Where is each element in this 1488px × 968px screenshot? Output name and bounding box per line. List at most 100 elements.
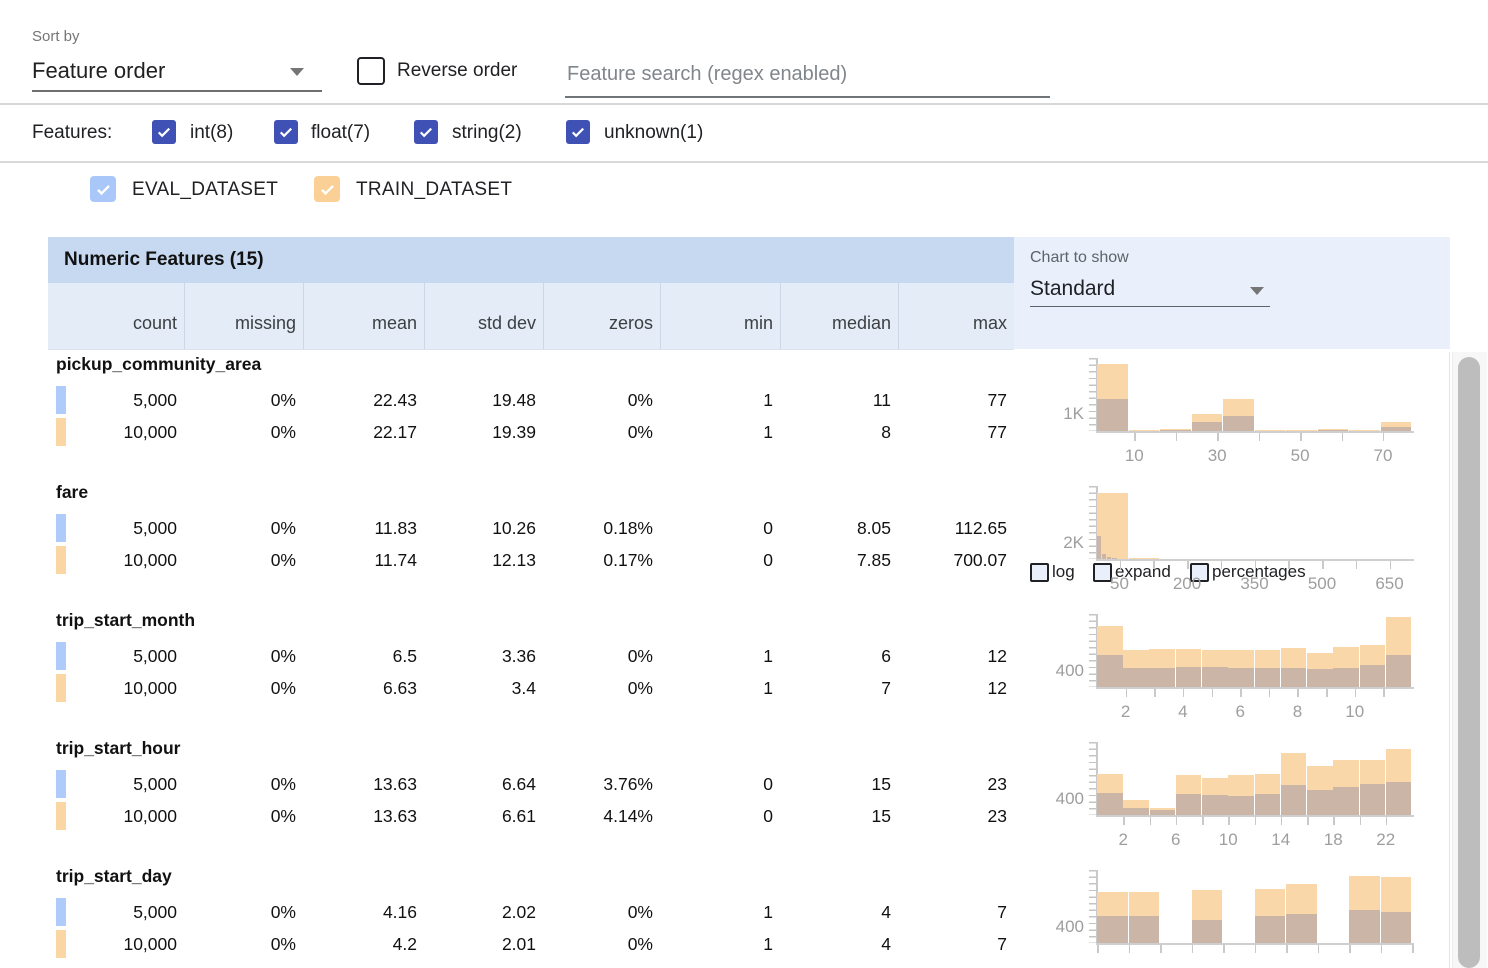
search-input[interactable] [565, 52, 1050, 98]
feature-block: trip_start_hour 5,0000%13.636.643.76%015… [0, 736, 1488, 864]
stat-value: 1 [660, 417, 780, 447]
filter-label-float: float(7) [311, 122, 370, 144]
column-header-median[interactable]: median [780, 283, 898, 349]
x-axis-tick [1150, 817, 1152, 825]
filter-checkbox-int[interactable] [152, 120, 176, 144]
column-header-count[interactable]: count [48, 283, 184, 349]
filter-checkbox-unknown[interactable] [566, 120, 590, 144]
stat-value: 0% [184, 929, 303, 959]
histogram-bar [1192, 920, 1223, 943]
column-header-max[interactable]: max [898, 283, 1014, 349]
histogram-bar [1097, 916, 1128, 943]
stat-value: 2.01 [424, 929, 543, 959]
filter-checkbox-float[interactable] [274, 120, 298, 144]
numeric-features-header: Numeric Features (15) [48, 237, 1014, 283]
stat-value: 6 [780, 641, 898, 671]
histogram-bar [1097, 655, 1123, 687]
stat-value: 15 [780, 769, 898, 799]
x-axis-tick [1217, 433, 1219, 441]
numeric-features-title: Numeric Features (15) [64, 249, 264, 271]
stat-value: 0% [543, 929, 660, 959]
histogram-bar [1202, 667, 1228, 687]
column-header-zeros[interactable]: zeros [543, 283, 660, 349]
histogram-bar [1386, 655, 1412, 687]
column-header-min[interactable]: min [660, 283, 780, 349]
train-dataset-checkbox[interactable] [314, 176, 340, 202]
stat-value: 0% [543, 417, 660, 447]
stat-cells: 10,0000%6.633.40%1712 [48, 673, 1014, 703]
x-axis-tick-label: 18 [1311, 830, 1355, 850]
check-icon [277, 123, 295, 141]
x-axis-tick [1176, 433, 1178, 441]
column-header-stddev[interactable]: std dev [424, 283, 543, 349]
x-axis-line [1096, 431, 1414, 433]
chart-controls-panel: Chart to show Standard log expand percen… [1014, 237, 1450, 349]
chart-type-dropdown[interactable]: Standard [1030, 275, 1270, 307]
histogram-bar [1149, 668, 1175, 687]
stat-cells: 10,0000%11.7412.130.17%07.85700.07 [48, 545, 1014, 575]
x-axis-line [1096, 687, 1414, 689]
feature-histogram: 400 [1014, 864, 1454, 968]
x-axis-tick-label: 50 [1278, 446, 1322, 466]
stat-cells: 5,0000%4.162.020%147 [48, 897, 1014, 927]
x-axis-tick-label: 70 [1361, 446, 1405, 466]
histogram-bar [1202, 795, 1228, 815]
stat-value: 12 [898, 673, 1014, 703]
histogram-bar [1228, 796, 1254, 815]
x-axis-tick [1228, 817, 1230, 825]
feature-block: trip_start_month 5,0000%6.53.360%1612 10… [0, 608, 1488, 736]
eval-dataset-checkbox[interactable] [90, 176, 116, 202]
train-stats-row: 10,0000%11.7412.130.17%07.85700.07 [48, 545, 1014, 575]
check-icon [569, 123, 587, 141]
histogram-bar [1255, 668, 1281, 687]
x-axis-tick [1412, 945, 1414, 953]
stat-value: 23 [898, 769, 1014, 799]
scrollbar-thumb[interactable] [1458, 357, 1480, 968]
x-axis-tick-label: 4 [1161, 702, 1205, 722]
histogram-bar [1123, 668, 1149, 687]
stat-value: 6.63 [303, 673, 424, 703]
feature-name: pickup_community_area [56, 354, 261, 375]
column-header-row: count missing mean std dev zeros min med… [48, 283, 1014, 350]
x-axis-tick [1360, 817, 1362, 825]
column-header-missing[interactable]: missing [184, 283, 303, 349]
dropdown-underline [32, 90, 322, 92]
x-axis-tick-label: 350 [1233, 574, 1277, 594]
reverse-order-checkbox[interactable] [357, 57, 385, 85]
histogram-bar [1123, 808, 1149, 815]
stat-value: 0% [543, 897, 660, 927]
stat-value: 19.39 [424, 417, 543, 447]
x-axis-tick [1297, 689, 1299, 697]
x-axis-tick [1383, 433, 1385, 441]
histogram-bar [1307, 669, 1333, 687]
stat-value: 1 [660, 929, 780, 959]
histogram-bar [1129, 916, 1160, 943]
histogram-bar [1381, 912, 1412, 943]
x-axis-tick [1223, 945, 1225, 953]
train-dataset-label: TRAIN_DATASET [356, 179, 512, 201]
x-axis-tick-label: 10 [1112, 446, 1156, 466]
stat-value: 3.4 [424, 673, 543, 703]
feature-histogram: 4002610141822 [1014, 736, 1454, 864]
eval-stats-row: 5,0000%13.636.643.76%01523 [48, 769, 1014, 799]
stat-value: 19.48 [424, 385, 543, 415]
stat-value: 5,000 [48, 897, 184, 927]
filter-checkbox-string[interactable] [414, 120, 438, 144]
stat-cells: 5,0000%22.4319.480%11177 [48, 385, 1014, 415]
eval-stats-row: 5,0000%6.53.360%1612 [48, 641, 1014, 671]
train-stats-row: 10,0000%4.22.010%147 [48, 929, 1014, 959]
x-axis-tick-label: 500 [1300, 574, 1344, 594]
stat-cells: 10,0000%13.636.614.14%01523 [48, 801, 1014, 831]
x-axis-tick [1134, 433, 1136, 441]
stat-value: 6.5 [303, 641, 424, 671]
x-axis-tick [1176, 817, 1178, 825]
x-axis-tick [1342, 433, 1344, 441]
stat-value: 8.05 [780, 513, 898, 543]
x-axis-tick-label: 10 [1206, 830, 1250, 850]
stat-value: 6.64 [424, 769, 543, 799]
feature-histogram: 2K50200350500650 [1014, 480, 1454, 608]
sort-by-dropdown[interactable]: Feature order [32, 50, 322, 92]
stat-value: 10,000 [48, 929, 184, 959]
column-header-mean[interactable]: mean [303, 283, 424, 349]
x-axis-tick [1221, 561, 1223, 569]
